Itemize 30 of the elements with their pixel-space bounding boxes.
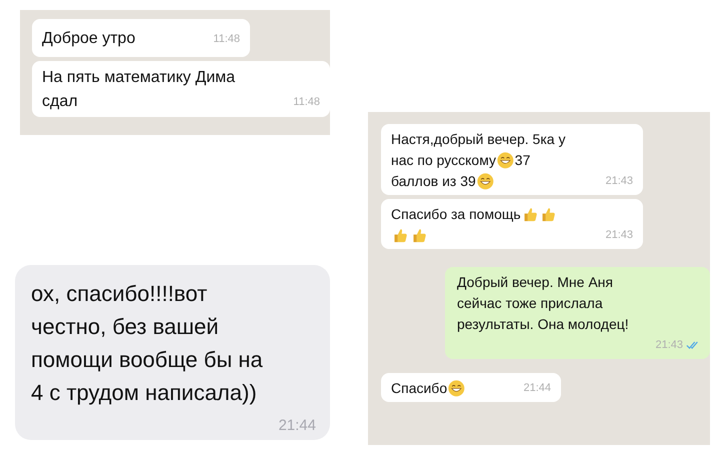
message-text: сдал [42,92,78,112]
thumbs-up-icon [522,206,538,223]
message-text: На пять математику Дима [42,68,236,88]
thumbs-up-icon [392,227,409,244]
message-text: ох, спасибо!!!!вот [31,280,208,308]
message-text: Доброе утро [42,29,136,49]
message-text: Настя,добрый вечер. 5ка у [391,130,566,149]
grinning-face-icon [497,152,514,169]
grinning-face-icon [448,380,465,397]
message-time: 21:44 [523,381,551,396]
message-text: 4 с трудом написала)) [31,378,257,407]
message-text: Спасибо за помощь [391,205,521,224]
grinning-face-icon [476,173,494,190]
message-text: помощи вообще бы на [31,346,263,374]
message-time: 11:48 [293,94,320,110]
message-text: Добрый вечер. Мне Аня [457,273,613,292]
thumbs-up-icon [540,206,558,223]
message-time: 11:48 [213,32,240,47]
message-time: 21:43 [605,228,633,244]
message-text: нас по русскому [391,151,496,170]
message-text: 37 [514,151,530,170]
thumbs-up-icon [410,227,428,244]
message-text: честно, без вашей [31,312,219,341]
message-text: результаты. Она молодец! [457,315,629,334]
message-time: 21:43 [605,174,633,190]
message-time: 21:43 [655,338,683,354]
message-time: 21:44 [278,416,316,436]
message-text: сейчас тоже прислала [457,294,603,313]
message-text: баллов из 39 [391,172,476,191]
message-text: Спасибо [391,379,448,398]
